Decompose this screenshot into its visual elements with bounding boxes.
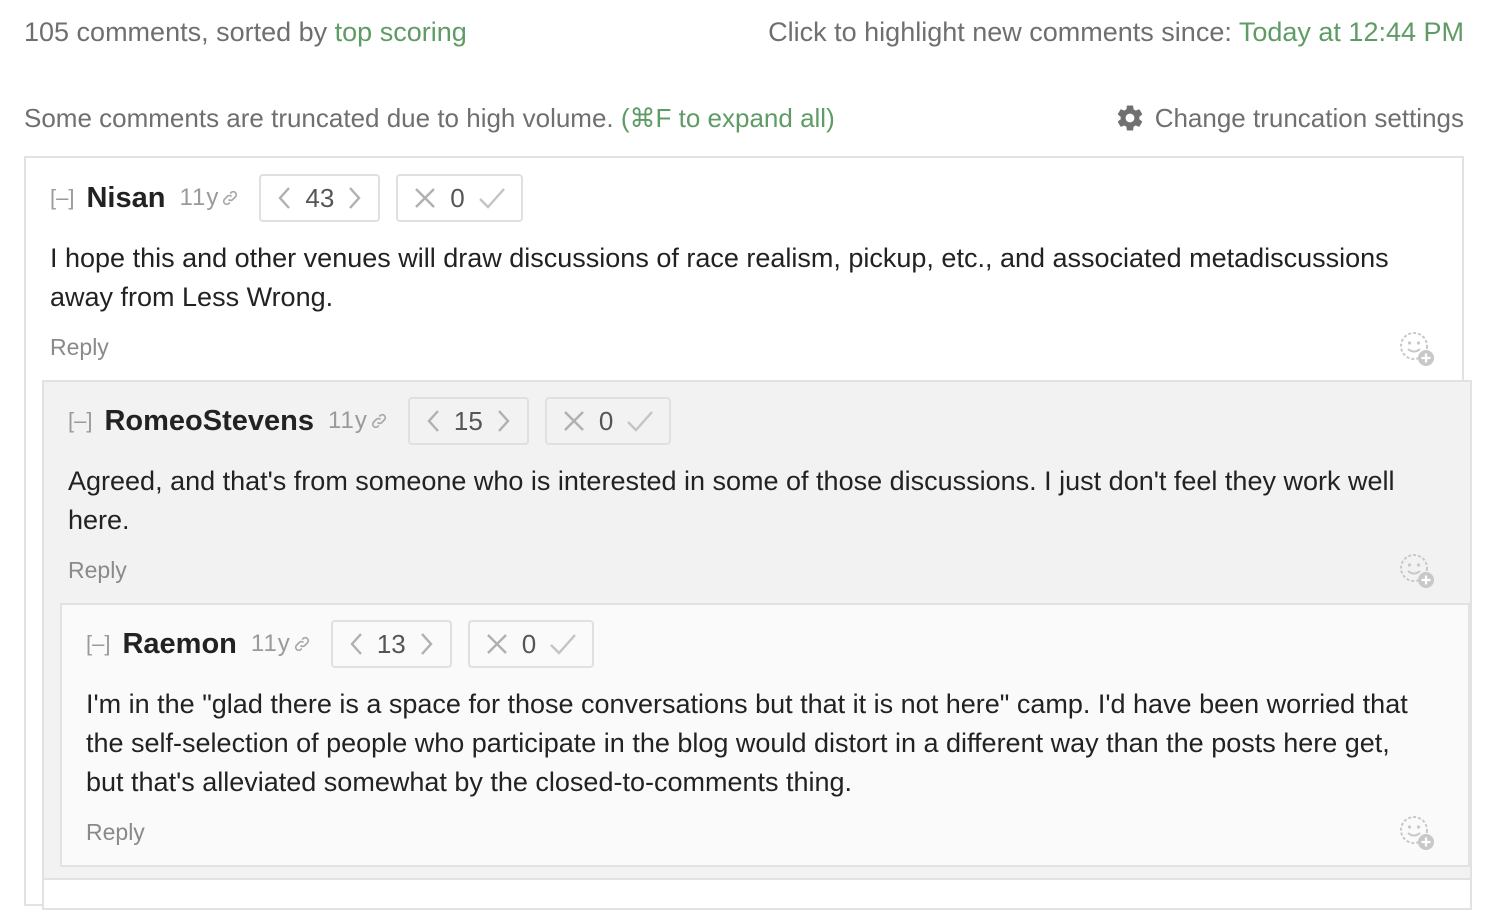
add-reaction-icon[interactable] (1398, 330, 1436, 368)
chevron-left-icon[interactable] (275, 185, 293, 211)
add-reaction-icon[interactable] (1398, 552, 1436, 590)
karma-vote: 13 (330, 620, 452, 668)
comment-body: I hope this and other venues will draw d… (50, 243, 1389, 312)
reply-button[interactable]: Reply (86, 819, 145, 846)
check-icon[interactable] (625, 408, 655, 434)
check-icon[interactable] (548, 631, 578, 657)
chevron-left-icon[interactable] (424, 408, 442, 434)
highlight-label: Click to highlight new comments since: (768, 16, 1239, 47)
agreement-vote: 0 (467, 620, 595, 668)
collapse-toggle[interactable]: [–] (50, 185, 74, 211)
link-icon[interactable] (370, 412, 388, 430)
agreement-score: 0 (598, 405, 614, 436)
collapse-toggle[interactable]: [–] (86, 631, 110, 657)
agreement-vote: 0 (544, 397, 672, 445)
comment-count-text: 105 comments, sorted by (24, 16, 335, 47)
truncation-notice: Some comments are truncated due to high … (24, 103, 835, 134)
gear-icon (1117, 105, 1142, 131)
x-icon[interactable] (412, 185, 438, 211)
comment-body: I'm in the "glad there is a space for th… (86, 689, 1408, 797)
agreement-score: 0 (521, 628, 537, 659)
comment-author[interactable]: Raemon (122, 628, 236, 661)
highlight-new-comments: Click to highlight new comments since: T… (768, 17, 1464, 48)
x-icon[interactable] (484, 631, 510, 657)
reply-button[interactable]: Reply (50, 334, 109, 361)
truncation-notice-text: Some comments are truncated due to high … (24, 102, 621, 133)
chevron-right-icon[interactable] (346, 185, 364, 211)
check-icon[interactable] (477, 185, 507, 211)
comment-body: Agreed, and that's from someone who is i… (68, 466, 1395, 535)
karma-score: 15 (453, 405, 483, 436)
truncation-settings-button[interactable]: Change truncation settings (1115, 103, 1464, 134)
comments-header: 105 comments, sorted by top scoring Clic… (24, 12, 1464, 52)
karma-vote: 43 (259, 174, 381, 222)
comment-count: 105 comments, sorted by top scoring (24, 17, 467, 48)
sort-order-link[interactable]: top scoring (335, 17, 467, 47)
x-icon[interactable] (561, 408, 587, 434)
comment-meta: [–] Nisan 11y 43 0 (50, 172, 539, 224)
comment-author[interactable]: RomeoStevens (104, 405, 314, 438)
link-icon[interactable] (293, 635, 311, 653)
karma-score: 13 (376, 628, 406, 659)
comment-meta: [–] Raemon 11y 13 0 (86, 618, 610, 670)
comment-author[interactable]: Nisan (86, 182, 165, 215)
link-icon[interactable] (221, 189, 239, 207)
add-reaction-icon[interactable] (1398, 814, 1436, 852)
reply-button[interactable]: Reply (68, 557, 127, 584)
comment-age[interactable]: 11y (328, 407, 368, 435)
comment-age[interactable]: 11y (179, 184, 219, 212)
agreement-score: 0 (450, 182, 465, 213)
comment-next-partial (42, 878, 1472, 908)
comment-meta: [–] RomeoStevens 11y 15 0 (68, 395, 687, 447)
chevron-right-icon[interactable] (495, 408, 513, 434)
comment-age[interactable]: 11y (251, 630, 291, 658)
chevron-right-icon[interactable] (418, 631, 436, 657)
highlight-time-link[interactable]: Today at 12:44 PM (1239, 17, 1464, 47)
truncation-bar: Some comments are truncated due to high … (24, 100, 1464, 136)
agreement-vote: 0 (396, 174, 523, 222)
expand-all-link[interactable]: (⌘F to expand all) (621, 103, 835, 133)
karma-vote: 15 (407, 397, 529, 445)
chevron-left-icon[interactable] (347, 631, 365, 657)
truncation-settings-label: Change truncation settings (1154, 102, 1464, 133)
collapse-toggle[interactable]: [–] (68, 408, 92, 434)
karma-score: 43 (305, 182, 335, 213)
